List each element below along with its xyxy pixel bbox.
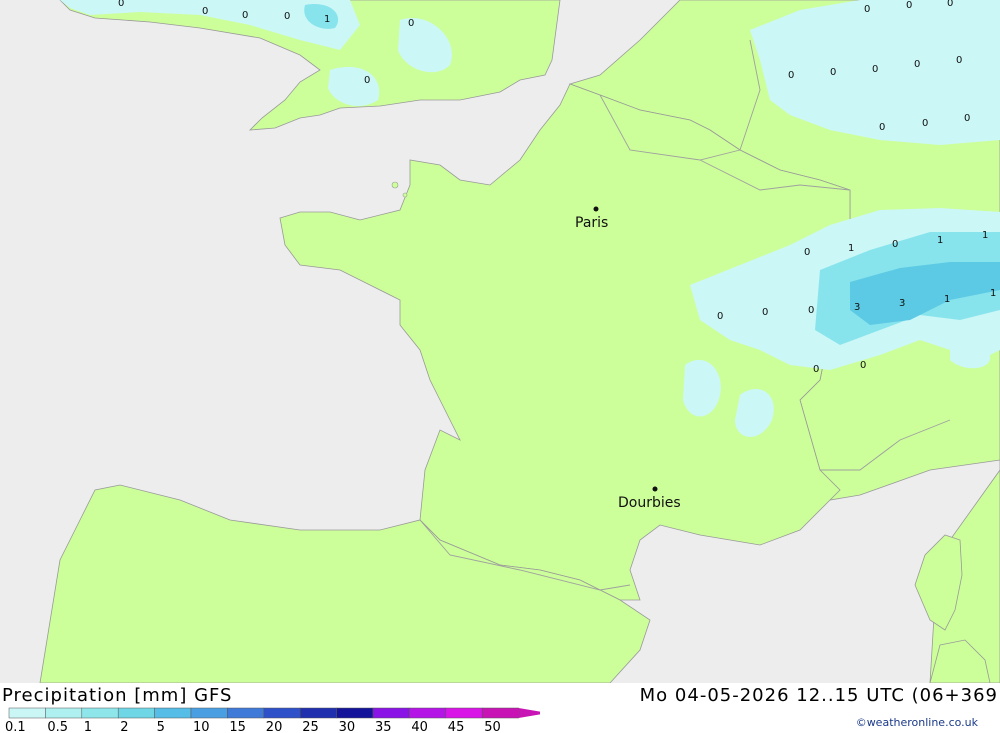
legend-label: 40 — [411, 720, 428, 733]
svg-text:0: 0 — [922, 118, 928, 129]
legend-box — [154, 707, 192, 719]
svg-text:0: 0 — [906, 0, 912, 11]
legend-color-boxes — [8, 707, 540, 719]
svg-text:0: 0 — [964, 113, 970, 124]
svg-text:0: 0 — [788, 70, 794, 81]
legend-box — [117, 707, 155, 719]
svg-text:1: 1 — [848, 243, 854, 254]
legend-box — [263, 707, 301, 719]
svg-text:0: 0 — [956, 55, 962, 66]
svg-text:0: 0 — [364, 75, 370, 86]
svg-text:0: 0 — [830, 67, 836, 78]
svg-text:3: 3 — [899, 298, 905, 309]
legend-box — [81, 707, 119, 719]
legend-label: 20 — [266, 720, 283, 733]
legend-box — [227, 707, 265, 719]
svg-text:Paris: Paris — [575, 215, 608, 231]
legend-box — [481, 707, 519, 719]
legend-arrow — [518, 708, 540, 718]
legend-label: 25 — [302, 720, 319, 733]
legend-label: 0.5 — [47, 720, 68, 733]
svg-text:0: 0 — [872, 64, 878, 75]
legend-label: 1 — [84, 720, 92, 733]
precip-legend: 0.1 0.5 1 2 5 10 15 20 25 30 35 40 45 50 — [5, 707, 540, 733]
legend-label: 5 — [157, 720, 165, 733]
legend-box — [299, 707, 337, 719]
credit-link[interactable]: ©weatheronline.co.uk — [856, 716, 978, 729]
svg-text:0: 0 — [860, 360, 866, 371]
svg-text:0: 0 — [879, 122, 885, 133]
svg-text:0: 0 — [947, 0, 953, 9]
svg-text:0: 0 — [202, 6, 208, 17]
legend-box — [8, 707, 46, 719]
legend-labels: 0.1 0.5 1 2 5 10 15 20 25 30 35 40 45 50 — [5, 720, 501, 733]
precipitation-map: Paris Dourbies 0 0 0 0 1 0 0 0 0 0 0 0 0… — [0, 0, 1000, 683]
legend-box — [336, 707, 374, 719]
legend-box — [372, 707, 410, 719]
svg-text:0: 0 — [914, 59, 920, 70]
svg-text:0: 0 — [808, 305, 814, 316]
svg-text:0: 0 — [118, 0, 124, 9]
legend-box — [190, 707, 228, 719]
svg-text:0: 0 — [284, 11, 290, 22]
legend-label: 35 — [375, 720, 392, 733]
svg-text:1: 1 — [982, 230, 988, 241]
legend-box — [45, 707, 83, 719]
legend-label: 50 — [484, 720, 501, 733]
svg-text:0: 0 — [804, 247, 810, 258]
svg-text:0: 0 — [242, 10, 248, 21]
svg-text:0: 0 — [717, 311, 723, 322]
svg-text:3: 3 — [854, 302, 860, 313]
legend-box — [445, 707, 483, 719]
svg-text:1: 1 — [937, 235, 943, 246]
svg-text:1: 1 — [324, 14, 330, 25]
svg-text:1: 1 — [990, 288, 996, 299]
svg-text:0: 0 — [408, 18, 414, 29]
legend-label: 0.1 — [5, 720, 26, 733]
svg-text:0: 0 — [892, 239, 898, 250]
legend-label: 2 — [120, 720, 128, 733]
legend-label: 30 — [339, 720, 356, 733]
map-date: Mo 04-05-2026 12..15 UTC (06+369 — [639, 685, 998, 706]
svg-text:0: 0 — [762, 307, 768, 318]
legend-label: 15 — [229, 720, 246, 733]
svg-text:1: 1 — [944, 294, 950, 305]
svg-text:0: 0 — [864, 4, 870, 15]
map-title: Precipitation [mm] GFS — [2, 685, 233, 706]
legend-box — [409, 707, 447, 719]
svg-text:0: 0 — [813, 364, 819, 375]
legend-label: 45 — [448, 720, 465, 733]
svg-text:Dourbies: Dourbies — [618, 495, 681, 511]
legend-label: 10 — [193, 720, 210, 733]
map-canvas: Paris Dourbies 0 0 0 0 1 0 0 0 0 0 0 0 0… — [0, 0, 1000, 683]
